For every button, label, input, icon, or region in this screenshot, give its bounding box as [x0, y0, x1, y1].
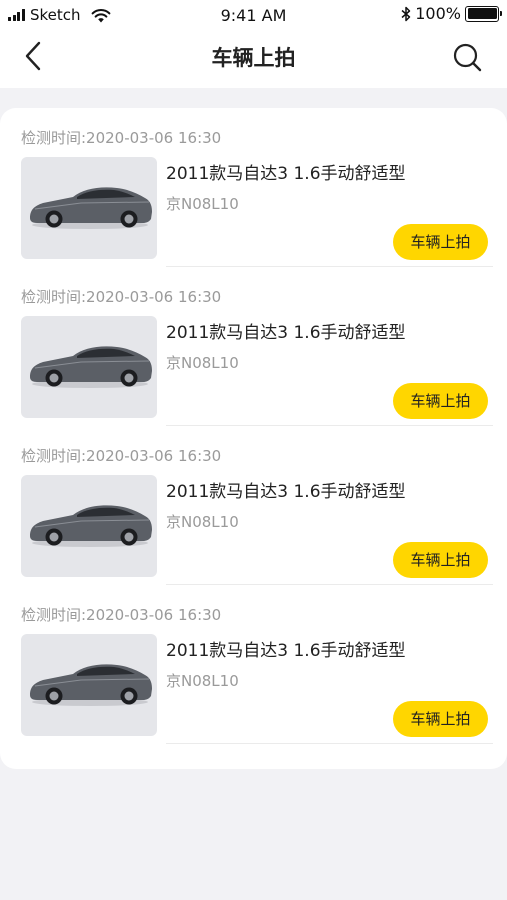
inspection-time: 检测时间:2020-03-06 16:30	[21, 288, 222, 306]
divider	[166, 743, 493, 744]
license-plate: 京N08L10	[166, 354, 239, 372]
car-icon	[30, 664, 152, 706]
car-icon	[30, 505, 152, 547]
battery-percent: 100%	[415, 4, 461, 23]
car-image[interactable]	[21, 475, 157, 577]
top-bar: Sketch 9:41 AM 100% 车辆上拍	[0, 0, 507, 88]
list-item: 检测时间:2020-03-06 16:30 2011款马自达3 1.6手动舒适型…	[0, 585, 507, 744]
list-item: 检测时间:2020-03-06 16:30 2011款马自达3 1.6手动舒适型…	[0, 267, 507, 426]
status-right: 100%	[400, 4, 502, 23]
status-bar: Sketch 9:41 AM 100%	[0, 0, 507, 30]
car-image[interactable]	[21, 157, 157, 259]
list-vehicle-button[interactable]: 车辆上拍	[393, 542, 488, 578]
car-title: 2011款马自达3 1.6手动舒适型	[166, 482, 406, 502]
list-vehicle-button[interactable]: 车辆上拍	[393, 383, 488, 419]
car-title: 2011款马自达3 1.6手动舒适型	[166, 323, 406, 343]
car-image[interactable]	[21, 316, 157, 418]
page-title: 车辆上拍	[211, 46, 296, 70]
vehicle-list: 检测时间:2020-03-06 16:30 2011款马自达3 1.6手动舒适型…	[0, 108, 507, 769]
car-image[interactable]	[21, 634, 157, 736]
license-plate: 京N08L10	[166, 513, 239, 531]
list-vehicle-button[interactable]: 车辆上拍	[393, 224, 488, 260]
car-title: 2011款马自达3 1.6手动舒适型	[166, 164, 406, 184]
inspection-time: 检测时间:2020-03-06 16:30	[21, 606, 222, 624]
list-item: 检测时间:2020-03-06 16:30 2011款马自达3 1.6手动舒适型…	[0, 108, 507, 267]
car-title: 2011款马自达3 1.6手动舒适型	[166, 641, 406, 661]
search-icon[interactable]	[452, 42, 482, 72]
license-plate: 京N08L10	[166, 672, 239, 690]
list-vehicle-button[interactable]: 车辆上拍	[393, 701, 488, 737]
inspection-time: 检测时间:2020-03-06 16:30	[21, 129, 222, 147]
battery-icon	[465, 5, 502, 22]
inspection-time: 检测时间:2020-03-06 16:30	[21, 447, 222, 465]
bluetooth-icon	[401, 6, 411, 21]
car-icon	[30, 187, 152, 229]
license-plate: 京N08L10	[166, 195, 239, 213]
list-item: 检测时间:2020-03-06 16:30 2011款马自达3 1.6手动舒适型…	[0, 426, 507, 585]
car-icon	[30, 346, 152, 388]
